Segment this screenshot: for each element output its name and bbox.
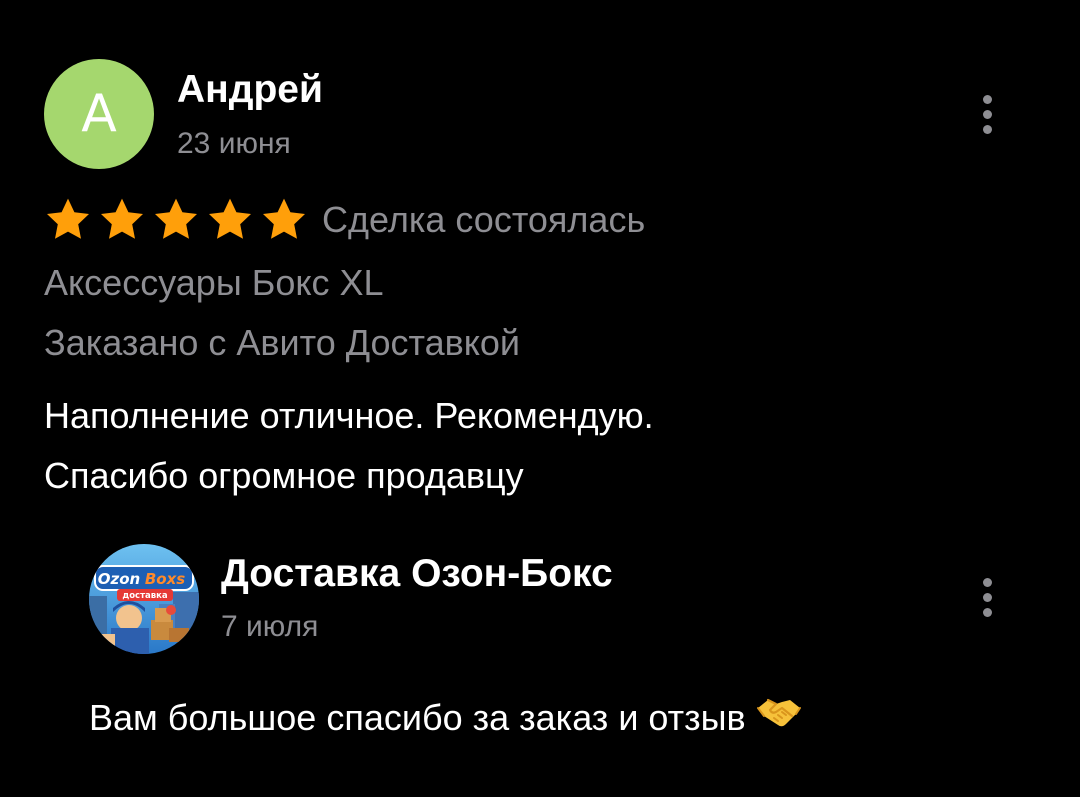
logo-text-ozon: Ozon bbox=[98, 570, 140, 588]
review-date: 23 июня bbox=[177, 127, 291, 160]
seller-logo[interactable]: Ozon Boxs доставка bbox=[89, 544, 199, 654]
review-text-line: Наполнение отличное. Рекомендую. bbox=[44, 395, 654, 436]
handshake-icon bbox=[756, 693, 802, 743]
reply-more-button[interactable] bbox=[967, 567, 1007, 627]
review-text-line: Спасибо огромное продавцу bbox=[44, 455, 524, 496]
more-vertical-icon bbox=[982, 577, 992, 587]
review-card: А Андрей 23 июня Сделка состоялась Аксес… bbox=[0, 0, 1080, 797]
reply-date: 7 июля bbox=[221, 610, 319, 643]
logo-text-boxs: Boxs bbox=[145, 570, 185, 588]
author-name[interactable]: Андрей bbox=[177, 66, 323, 114]
star-icon bbox=[206, 197, 254, 243]
seller-name[interactable]: Доставка Озон-Бокс bbox=[221, 550, 613, 598]
product-name: Аксессуары Бокс XL bbox=[44, 262, 384, 303]
star-icon bbox=[44, 197, 92, 243]
seller-logo-image: Ozon Boxs доставка bbox=[89, 544, 199, 654]
logo-subtitle: доставка bbox=[122, 591, 168, 601]
reply-text: Вам большое спасибо за заказ и отзыв bbox=[89, 693, 802, 743]
avatar[interactable]: А bbox=[44, 59, 154, 169]
delivery-note: Заказано с Авито Доставкой bbox=[44, 322, 521, 363]
star-icon bbox=[260, 197, 308, 243]
reply-text-content: Вам большое спасибо за заказ и отзыв bbox=[89, 697, 746, 738]
more-vertical-icon bbox=[982, 94, 992, 104]
star-icon bbox=[152, 197, 200, 243]
avatar-letter: А bbox=[81, 84, 117, 144]
star-icon bbox=[98, 197, 146, 243]
review-text: Наполнение отличное. Рекомендую. Спасибо… bbox=[44, 386, 944, 506]
review-more-button[interactable] bbox=[967, 84, 1007, 144]
rating-stars bbox=[44, 196, 308, 244]
deal-status: Сделка состоялась bbox=[322, 199, 646, 240]
